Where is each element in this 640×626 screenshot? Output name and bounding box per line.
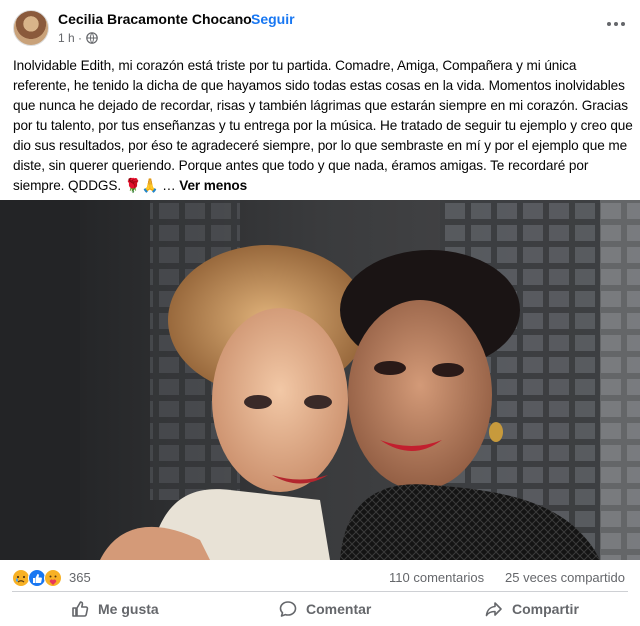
see-less-link[interactable]: Ver menos	[179, 178, 247, 193]
post-body: Inolvidable Edith, mi corazón está trist…	[13, 58, 633, 193]
shares-count[interactable]: 25 veces compartido	[505, 570, 625, 585]
author-avatar[interactable]	[13, 10, 49, 46]
like-label: Me gusta	[98, 601, 159, 617]
reaction-icons[interactable]	[12, 569, 66, 587]
comment-button[interactable]: Comentar	[278, 594, 371, 624]
like-icon	[28, 569, 46, 587]
more-dot-icon	[607, 22, 611, 26]
reactions-count[interactable]: 365	[69, 570, 91, 585]
more-dot-icon	[614, 22, 618, 26]
globe-icon	[86, 32, 98, 44]
follow-button[interactable]: Seguir	[251, 11, 295, 27]
comment-label: Comentar	[306, 601, 372, 617]
like-button[interactable]: Me gusta	[70, 594, 159, 624]
comment-icon	[279, 601, 297, 617]
thumbs-up-icon	[72, 601, 89, 617]
share-label: Compartir	[512, 601, 579, 617]
ellipsis: …	[162, 178, 180, 193]
author-name[interactable]: Cecilia Bracamonte Chocano	[58, 11, 252, 27]
post-timestamp[interactable]: 1 h ·	[58, 31, 82, 45]
post-photo-image	[0, 200, 640, 560]
post-actions: Me gusta Comentar Compartir	[0, 592, 640, 626]
share-icon	[485, 602, 502, 617]
comments-count[interactable]: 110 comentarios	[389, 570, 484, 585]
post-emojis: 🌹🙏	[124, 178, 159, 193]
care-icon	[44, 569, 62, 587]
reactions-bar: 365 110 comentarios 25 veces compartido	[0, 563, 640, 591]
post-header: Cecilia Bracamonte Chocano · Seguir 1 h …	[0, 0, 640, 52]
post-message: Inolvidable Edith, mi corazón está trist…	[13, 56, 633, 196]
more-options-button[interactable]	[602, 10, 630, 38]
header-separator: ·	[240, 11, 245, 27]
reaction-icons-image	[12, 569, 62, 587]
post-photo[interactable]	[0, 200, 640, 560]
more-dot-icon	[621, 22, 625, 26]
sad-icon	[12, 569, 30, 587]
share-button[interactable]: Compartir	[484, 594, 579, 624]
